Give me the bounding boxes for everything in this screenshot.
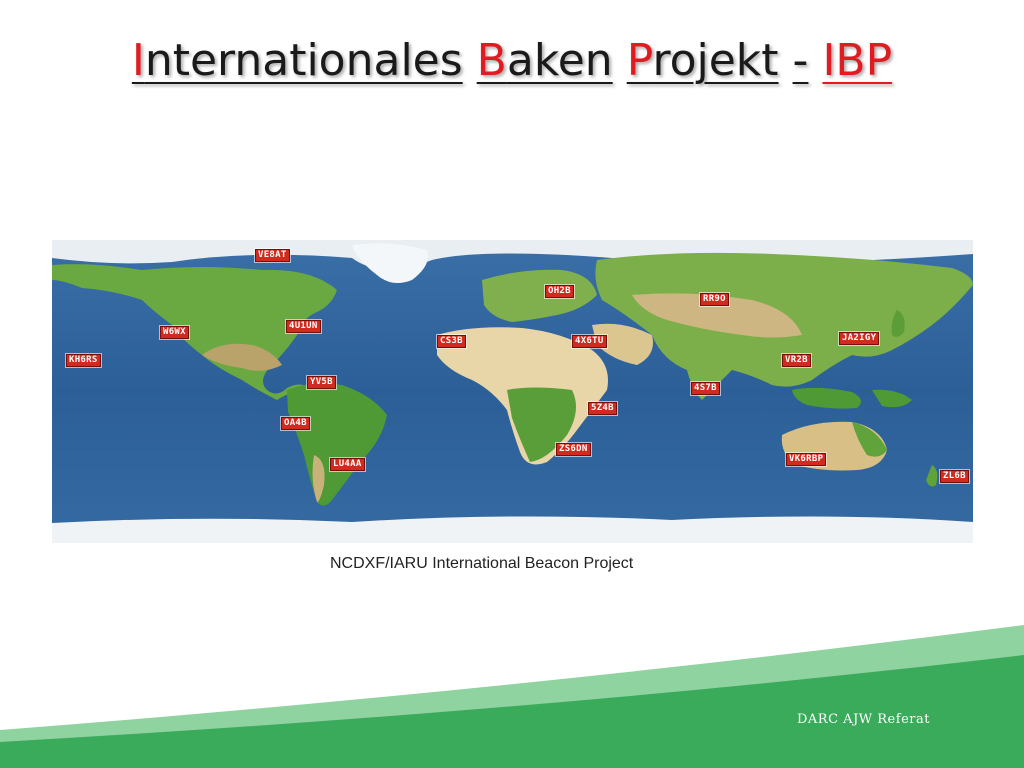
page-title: Internationales Baken Projekt - IBP	[0, 30, 1024, 92]
beacon-label-zl6b: ZL6B	[940, 470, 969, 483]
title-separator: -	[792, 35, 809, 86]
title-word-1: Internationales	[131, 35, 463, 86]
beacon-label-oh2b: OH2B	[545, 285, 574, 298]
title-word-3: Projekt	[626, 35, 779, 86]
beacon-label-4x6tu: 4X6TU	[572, 335, 607, 348]
footer-text: DARC AJW Referat	[797, 712, 930, 727]
beacon-label-4u1un: 4U1UN	[286, 320, 321, 333]
beacon-label-vk6rbp: VK6RBP	[786, 453, 827, 466]
footer-wave	[0, 625, 1024, 768]
beacon-label-oa4b: OA4B	[281, 417, 310, 430]
title-abbr: IBP	[822, 35, 893, 86]
beacon-label-w6wx: W6WX	[160, 326, 189, 339]
beacon-label-kh6rs: KH6RS	[66, 354, 101, 367]
beacon-label-5z4b: 5Z4B	[588, 402, 617, 415]
beacon-label-vr2b: VR2B	[782, 354, 811, 367]
beacon-label-rr9o: RR9O	[700, 293, 729, 306]
beacon-label-lu4aa: LU4AA	[330, 458, 365, 471]
world-map	[52, 240, 973, 543]
beacon-label-ve8at: VE8AT	[255, 249, 290, 262]
beacon-label-cs3b: CS3B	[437, 335, 466, 348]
beacon-label-ja2igy: JA2IGY	[839, 332, 880, 345]
beacon-label-4s7b: 4S7B	[691, 382, 720, 395]
beacon-label-yv5b: YV5B	[307, 376, 336, 389]
map-caption: NCDXF/IARU International Beacon Project	[330, 555, 634, 572]
beacon-label-zs6dn: ZS6DN	[556, 443, 591, 456]
title-word-2: Baken	[476, 35, 613, 86]
